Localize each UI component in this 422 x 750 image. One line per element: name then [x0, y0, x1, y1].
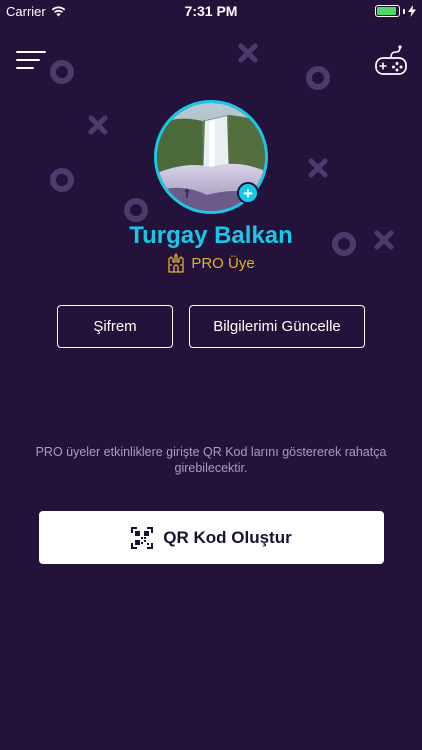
ring-decoration-icon	[306, 66, 330, 90]
battery-icon	[375, 5, 400, 17]
cross-decoration-icon	[308, 158, 328, 178]
create-qr-button[interactable]: QR Kod Oluştur	[39, 511, 384, 564]
user-name: Turgay Balkan	[129, 222, 293, 249]
battery-tip	[403, 8, 405, 14]
ring-decoration-icon	[124, 198, 148, 222]
battery-fill	[377, 7, 396, 15]
battery-indicator	[375, 5, 416, 17]
status-time: 7:31 PM	[184, 3, 238, 19]
menu-button[interactable]	[14, 46, 48, 76]
gamepad-icon	[375, 45, 407, 75]
gamepad-button[interactable]	[374, 44, 408, 78]
add-photo-button[interactable]: +	[237, 182, 259, 204]
cross-decoration-icon	[238, 43, 258, 63]
password-button[interactable]: Şifrem	[57, 305, 173, 348]
charging-icon	[408, 5, 416, 17]
status-bar: Carrier 7:31 PM	[0, 0, 422, 22]
cross-decoration-icon	[88, 115, 108, 135]
membership-badge: PRO Üye	[0, 253, 422, 273]
membership-label: PRO Üye	[191, 254, 255, 272]
info-message: PRO üyeler etkinliklere girişte QR Kod l…	[35, 445, 387, 475]
profile-screen: Carrier 7:31 PM + Turgay Balkan PRO Üye …	[0, 0, 422, 750]
ring-decoration-icon	[50, 168, 74, 192]
castle-icon	[168, 253, 184, 273]
hamburger-menu-icon	[16, 51, 46, 69]
create-qr-button-label: QR Kod Oluştur	[163, 527, 292, 547]
qr-code-icon	[131, 526, 154, 549]
update-info-button-label: Bilgilerimi Güncelle	[213, 318, 341, 335]
ring-decoration-icon	[50, 60, 74, 84]
plus-icon: +	[243, 183, 253, 203]
update-info-button[interactable]: Bilgilerimi Güncelle	[189, 305, 365, 348]
password-button-label: Şifrem	[93, 318, 137, 335]
